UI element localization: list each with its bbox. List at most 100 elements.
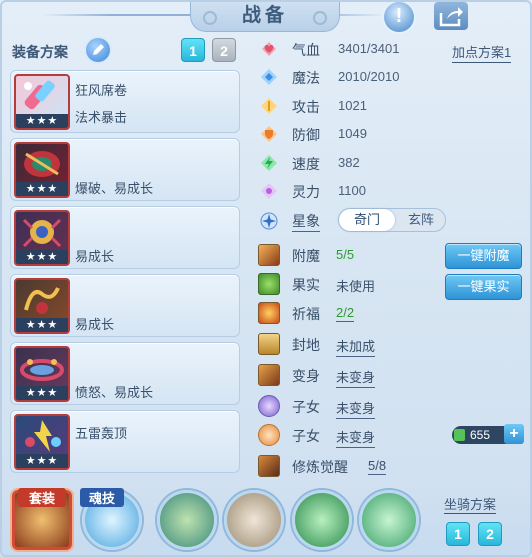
equipment-name: 五雷轰顶 <box>75 426 128 441</box>
heart-icon <box>262 42 276 56</box>
feature-label: 修炼觉醒 <box>292 459 348 475</box>
equipment-icon: ★★★ <box>14 74 70 130</box>
feature-row-child-2[interactable]: 子女 未变身 <box>252 423 452 448</box>
currency-icon <box>454 429 465 441</box>
equipment-slot[interactable]: ★★★ 狂风席卷 法术暴击 <box>10 70 240 133</box>
speed-icon <box>261 155 277 171</box>
mount-plan-2-button[interactable]: 2 <box>478 522 502 546</box>
feature-value: 未使用 <box>336 279 376 294</box>
equipment-slot[interactable]: ★★★ 易成长 <box>10 274 240 337</box>
skill-slot[interactable] <box>292 490 352 550</box>
exclamation-icon[interactable]: ! <box>384 2 414 32</box>
pencil-icon[interactable] <box>86 38 110 62</box>
feature-value: 未变身 <box>336 398 376 419</box>
feature-row-child-1[interactable]: 子女 未变身 <box>252 394 452 419</box>
star-sign-icon <box>260 212 278 230</box>
mana-icon <box>261 69 277 85</box>
stat-row-mp: 魔法 2010/2010 <box>252 66 452 88</box>
equipment-icon: ★★★ <box>14 278 70 334</box>
stat-row-defense: 防御 1049 <box>252 123 452 145</box>
equipment-slot[interactable]: ★★★ 爆破、易成长 <box>10 138 240 201</box>
star-rating: ★★★ <box>16 250 68 264</box>
feature-label: 子女 <box>292 399 320 415</box>
stat-row-spirit: 灵力 1100 <box>252 180 452 202</box>
enchant-icon <box>258 244 280 266</box>
battle-prep-panel: 战备 ! 装备方案 1 2 ★★★ 狂风席卷 法术暴击 ★★★ 爆破、易成长 ★… <box>0 0 532 557</box>
stat-label: 防御 <box>292 127 320 143</box>
equipment-effect: 易成长 <box>75 249 115 264</box>
feature-label: 附魔 <box>292 248 320 264</box>
equip-plan-2-button[interactable]: 2 <box>212 38 236 62</box>
equipment-icon: ★★★ <box>14 414 70 470</box>
equipment-icon: ★★★ <box>14 346 70 402</box>
skill-slot[interactable] <box>157 490 217 550</box>
skill-slot[interactable] <box>224 490 284 550</box>
attack-icon <box>261 98 277 114</box>
feature-row-blessing[interactable]: 祈福 2/2 <box>252 301 452 325</box>
star-rating: ★★★ <box>16 182 68 196</box>
stat-value: 1021 <box>338 98 367 113</box>
add-point-plan-link[interactable]: 加点方案1 <box>452 42 512 63</box>
transform-icon <box>258 364 280 386</box>
mount-plan-1-button[interactable]: 1 <box>446 522 470 546</box>
mount-plan-label: 坐骑方案 <box>444 494 497 514</box>
add-currency-button[interactable]: + <box>504 424 524 444</box>
star-rating: ★★★ <box>16 454 68 468</box>
stat-label: 灵力 <box>292 184 320 200</box>
feature-row-enchant[interactable]: 附魔 5/5 <box>252 243 452 267</box>
page-title: 战备 <box>190 2 340 32</box>
star-rating: ★★★ <box>16 386 68 400</box>
stat-value: 1049 <box>338 126 367 141</box>
fief-icon <box>258 333 280 355</box>
feature-value: 未加成 <box>336 336 376 357</box>
one-click-enchant-button[interactable]: 一键附魔 <box>445 243 522 269</box>
xingxiang-label[interactable]: 星象 <box>292 211 320 232</box>
equipment-effect: 愤怒、易成长 <box>75 385 154 400</box>
feature-value: 5/8 <box>368 458 387 475</box>
stat-value: 2010/2010 <box>338 69 400 84</box>
equipment-effect: 爆破、易成长 <box>75 181 154 196</box>
stat-label: 气血 <box>292 42 320 58</box>
feature-row-cultivation[interactable]: 修炼觉醒 5/8 <box>252 454 452 478</box>
equip-plan-label: 装备方案 <box>12 44 68 60</box>
stat-row-attack: 攻击 1021 <box>252 95 452 117</box>
child-icon <box>258 395 280 417</box>
feature-value: 未变身 <box>336 367 376 388</box>
equip-plan-1-button[interactable]: 1 <box>181 38 205 62</box>
cultivation-icon <box>258 455 280 477</box>
tab-xuanzhen[interactable]: 玄阵 <box>397 209 445 231</box>
suit-label: 套装 <box>18 488 66 507</box>
feature-row-transform[interactable]: 变身 未变身 <box>252 363 452 388</box>
feature-label: 祈福 <box>292 306 320 322</box>
feature-row-fief[interactable]: 封地 未加成 <box>252 332 452 357</box>
shield-icon <box>261 126 277 142</box>
stat-value: 382 <box>338 155 360 170</box>
equipment-slot[interactable]: ★★★ 易成长 <box>10 206 240 269</box>
title-bar: 战备 ! <box>2 2 530 36</box>
equipment-effect: 易成长 <box>75 317 115 332</box>
stat-label: 魔法 <box>292 70 320 86</box>
equipment-name: 狂风席卷 <box>75 83 128 98</box>
stat-row-hp: 气血 3401/3401 <box>252 38 452 60</box>
stat-value: 3401/3401 <box>338 41 400 56</box>
feature-value: 未变身 <box>336 427 376 448</box>
child-icon <box>258 424 280 446</box>
star-rating: ★★★ <box>16 318 68 332</box>
feature-label: 变身 <box>292 368 320 384</box>
star-rating: ★★★ <box>16 114 68 128</box>
tab-qimen[interactable]: 奇门 <box>339 209 395 231</box>
feature-label: 封地 <box>292 337 320 353</box>
stat-row-speed: 速度 382 <box>252 152 452 174</box>
equipment-list: ★★★ 狂风席卷 法术暴击 ★★★ 爆破、易成长 ★★★ 易成长 ★★★ 易成长 <box>10 70 240 478</box>
feature-row-fruit[interactable]: 果实 未使用 <box>252 272 452 296</box>
equipment-slot[interactable]: ★★★ 愤怒、易成长 <box>10 342 240 405</box>
skill-slot[interactable] <box>359 490 419 550</box>
share-icon[interactable] <box>434 2 468 30</box>
equipment-icon: ★★★ <box>14 210 70 266</box>
soul-skill-label: 魂技 <box>80 488 124 507</box>
one-click-fruit-button[interactable]: 一键果实 <box>445 274 522 300</box>
feature-label: 子女 <box>292 428 320 444</box>
feature-value: 2/2 <box>336 305 355 322</box>
equipment-slot[interactable]: ★★★ 五雷轰顶 <box>10 410 240 473</box>
feature-value: 5/5 <box>336 247 355 262</box>
